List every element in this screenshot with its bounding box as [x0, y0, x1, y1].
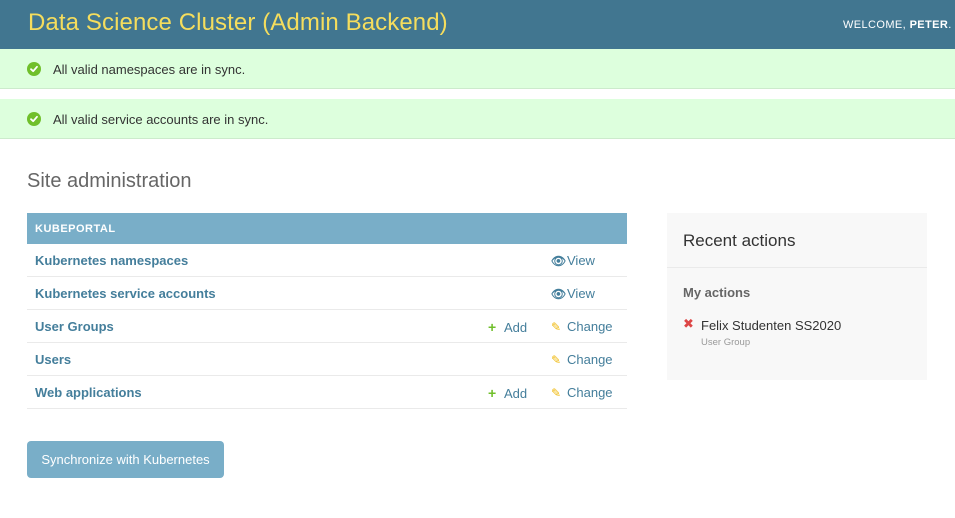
divider: [667, 267, 927, 268]
eye-icon: 👁︎: [551, 254, 567, 268]
add-label: Add: [504, 386, 528, 401]
model-row-web-applications: Web applications + Add ✎ Change: [27, 376, 627, 409]
change-link[interactable]: ✎ Change: [551, 352, 613, 367]
pencil-icon: ✎: [551, 386, 562, 400]
username: PETER: [909, 19, 949, 31]
model-row-kubernetes-service-accounts: Kubernetes service accounts 👁︎View: [27, 277, 627, 310]
recent-actions-title: Recent actions: [683, 231, 796, 250]
add-label: Add: [504, 320, 528, 335]
synchronize-button[interactable]: Synchronize with Kubernetes: [27, 441, 224, 478]
recent-action-item: Felix Studenten SS2020: [701, 318, 842, 333]
change-link[interactable]: ✎ Change: [551, 319, 613, 334]
welcome-text: WELCOME,: [843, 19, 910, 31]
message-text: All valid service accounts are in sync.: [53, 112, 269, 127]
site-name-link[interactable]: Data Science Cluster (Admin Backend): [28, 9, 448, 37]
app-module-kubeportal: KUBEPORTAL Kubernetes namespaces 👁︎View …: [27, 213, 627, 409]
add-link[interactable]: + Add: [488, 385, 527, 401]
view-link[interactable]: 👁︎View: [551, 286, 595, 301]
add-link[interactable]: + Add: [488, 319, 527, 335]
header: Data Science Cluster (Admin Backend) WEL…: [0, 0, 955, 49]
success-check-icon: [27, 112, 41, 126]
view-label: View: [567, 253, 595, 268]
model-link[interactable]: Users: [35, 352, 71, 367]
plus-icon: +: [488, 319, 497, 335]
delete-x-icon: ✖: [683, 316, 694, 331]
welcome-suffix: .: [948, 19, 952, 31]
change-label: Change: [567, 319, 613, 334]
change-label: Change: [567, 352, 613, 367]
view-label: View: [567, 286, 595, 301]
recent-action-type: User Group: [701, 337, 751, 348]
my-actions-title: My actions: [683, 285, 751, 300]
model-row-user-groups: User Groups + Add ✎ Change: [27, 310, 627, 343]
user-tools: WELCOME, PETER. VI: [843, 19, 955, 31]
change-label: Change: [567, 385, 613, 400]
success-message-service-accounts: All valid service accounts are in sync.: [0, 99, 955, 139]
model-link[interactable]: Kubernetes namespaces: [35, 253, 188, 268]
recent-actions-panel: Recent actions My actions ✖ Felix Studen…: [667, 213, 927, 380]
pencil-icon: ✎: [551, 353, 562, 367]
model-row-kubernetes-namespaces: Kubernetes namespaces 👁︎View: [27, 244, 627, 277]
message-text: All valid namespaces are in sync.: [53, 62, 246, 77]
model-link[interactable]: Web applications: [35, 385, 142, 400]
model-link[interactable]: User Groups: [35, 319, 114, 334]
model-row-users: Users ✎ Change: [27, 343, 627, 376]
view-link[interactable]: 👁︎View: [551, 253, 595, 268]
success-check-icon: [27, 62, 41, 76]
model-link[interactable]: Kubernetes service accounts: [35, 286, 216, 301]
pencil-icon: ✎: [551, 320, 562, 334]
success-message-namespaces: All valid namespaces are in sync.: [0, 49, 955, 89]
module-caption-link[interactable]: KUBEPORTAL: [27, 213, 627, 244]
plus-icon: +: [488, 385, 497, 401]
page-title: Site administration: [27, 170, 192, 192]
change-link[interactable]: ✎ Change: [551, 385, 613, 400]
eye-icon: 👁︎: [551, 287, 567, 301]
